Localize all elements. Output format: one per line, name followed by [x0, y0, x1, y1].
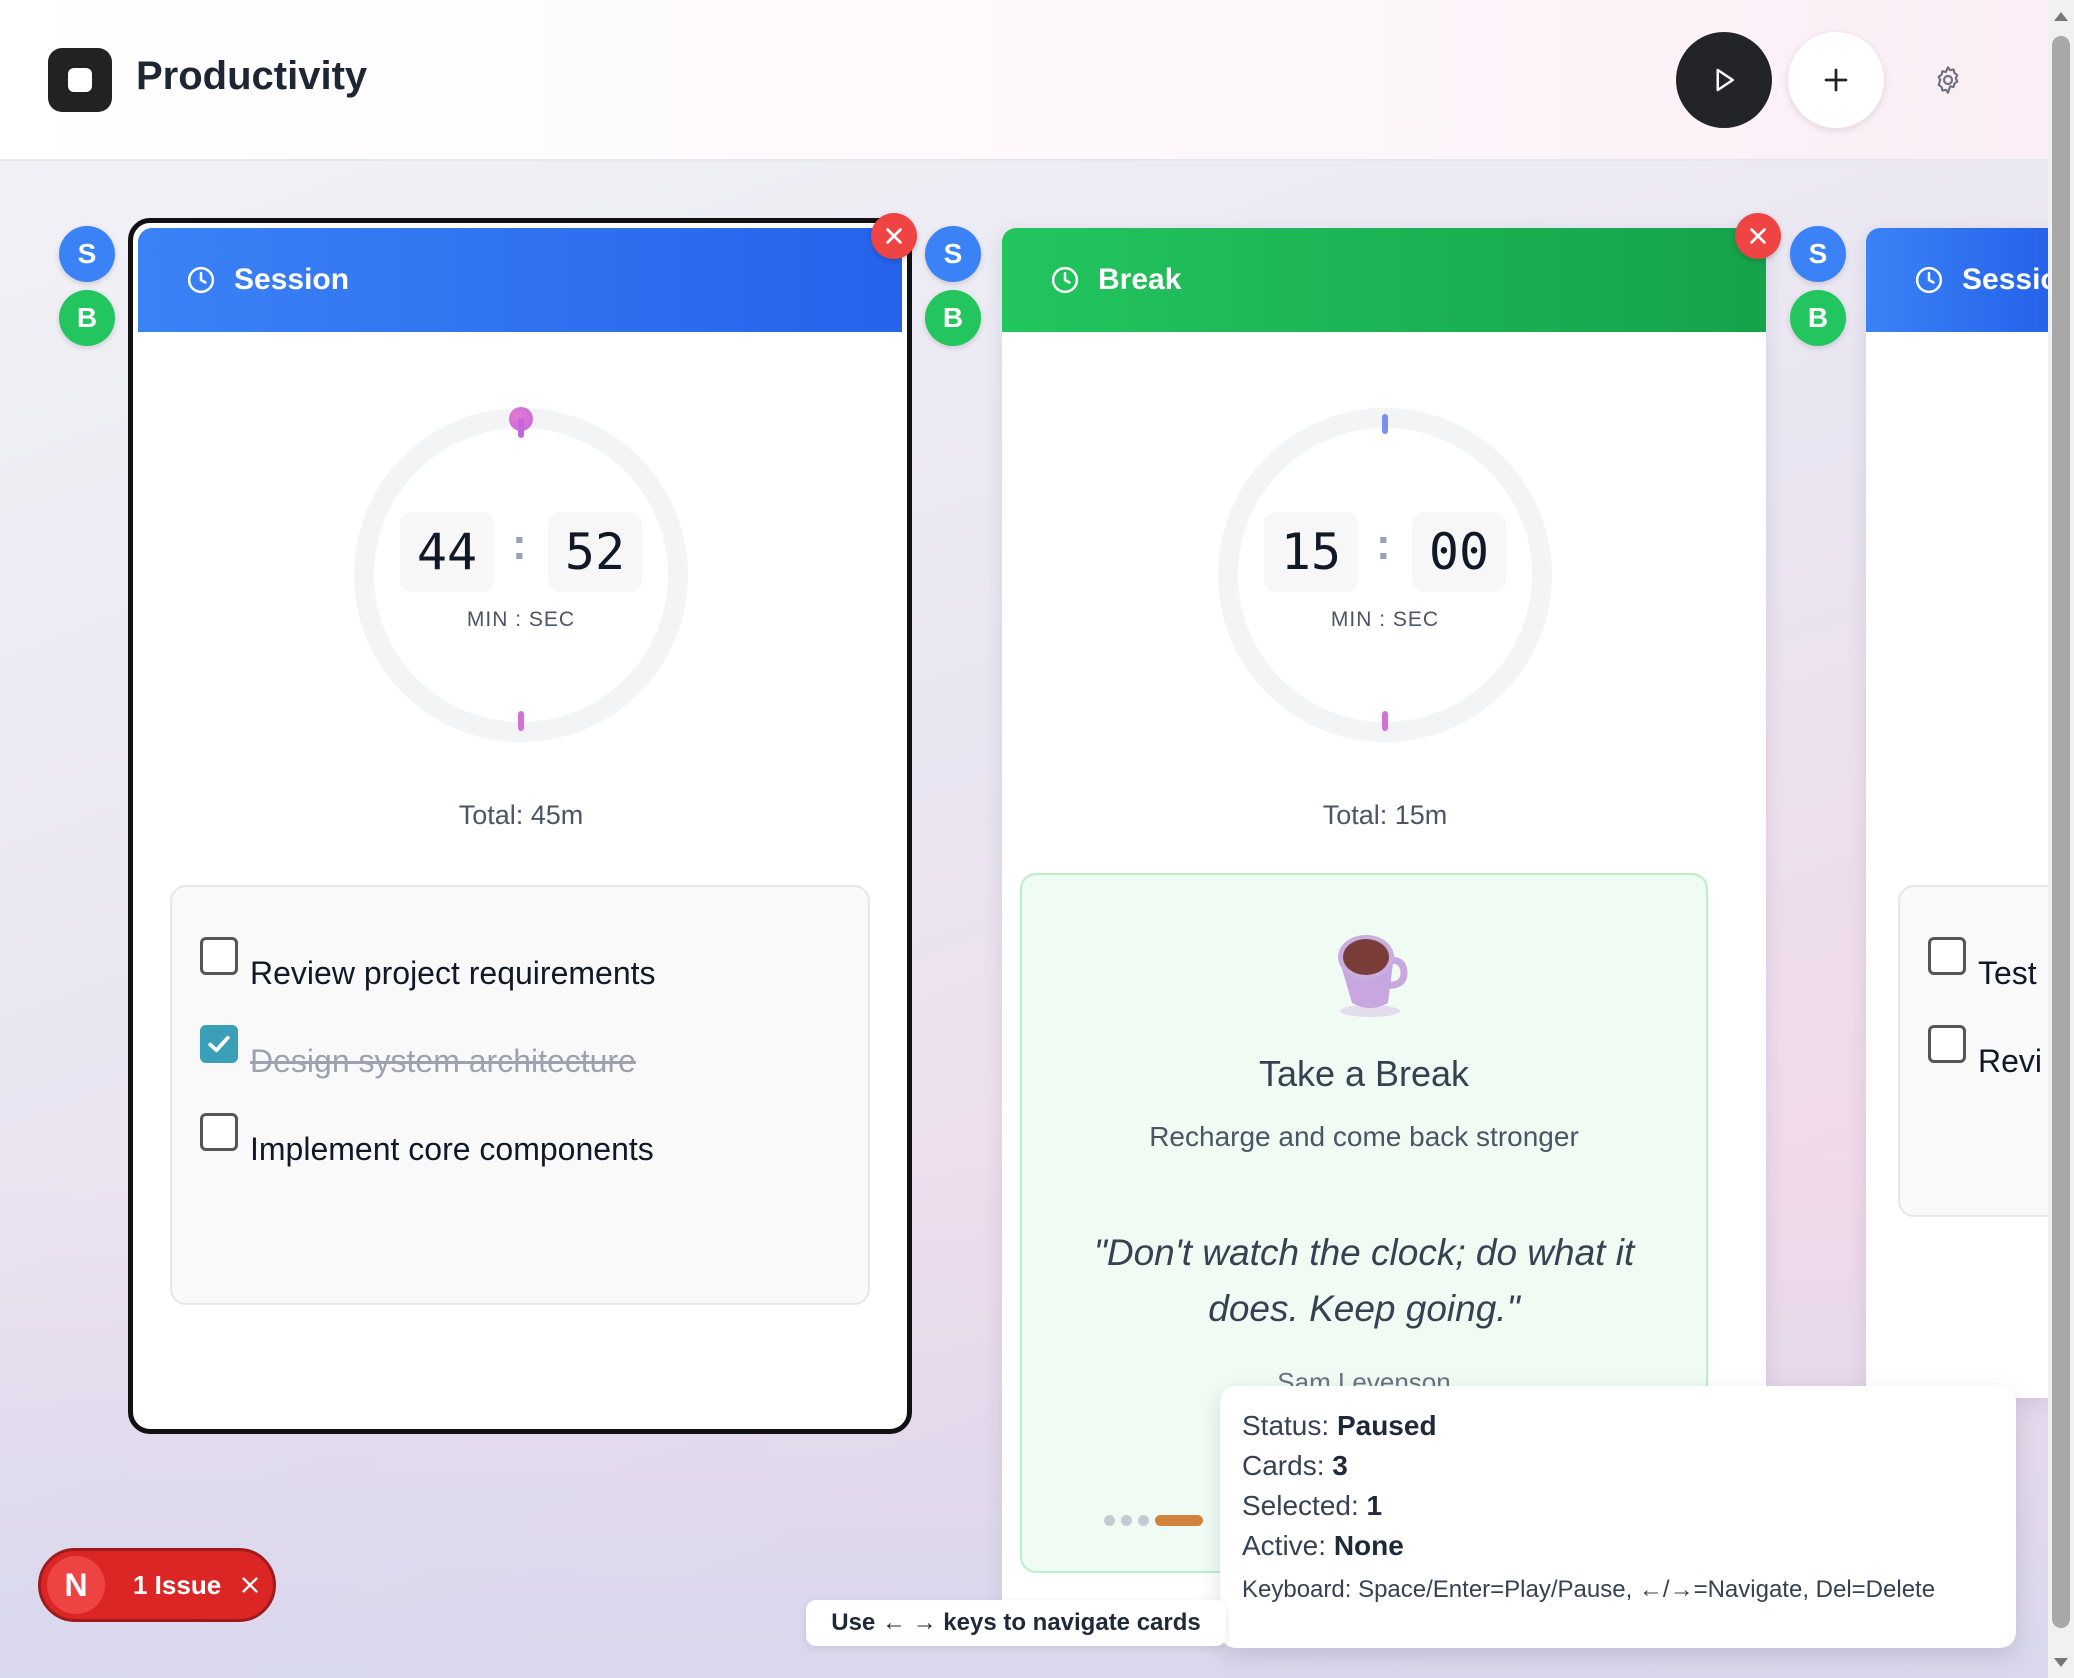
- cards-count-row: Cards: 3: [1242, 1450, 1348, 1481]
- clock-icon: [186, 265, 216, 295]
- delete-card-button[interactable]: [1735, 213, 1781, 259]
- session-badge[interactable]: S: [59, 226, 115, 282]
- scroll-down-arrow[interactable]: [2054, 1658, 2068, 1667]
- ring-tick: [1382, 711, 1388, 731]
- status-value: Paused: [1336, 1410, 1437, 1441]
- task-list: Test Revi: [1898, 885, 2048, 1217]
- task-label: Review project requirements: [250, 955, 656, 991]
- task-checkbox[interactable]: [200, 937, 238, 975]
- keyboard-shortcuts: Keyboard: Space/Enter=Play/Pause, ←/→=Na…: [1242, 1576, 1936, 1603]
- timer-card-session[interactable]: Session 44 : 52 MIN : SEC Total: 45m Rev…: [138, 228, 902, 1424]
- time-colon: :: [1376, 520, 1391, 569]
- gear-icon: [1937, 66, 1959, 94]
- task-item[interactable]: Revi: [1928, 1025, 2042, 1080]
- minutes-display: 15: [1264, 512, 1358, 592]
- cards-count-value: 3: [1332, 1450, 1348, 1481]
- total-duration: Total: 45m: [458, 800, 584, 830]
- card-header: Session: [1866, 228, 2048, 332]
- ring-tick: [518, 418, 524, 438]
- minutes-display: 44: [400, 512, 494, 592]
- issue-count-label: 1 Issue: [133, 1569, 222, 1600]
- break-quote: "Don't watch the clock; do what it does.…: [1093, 1232, 1635, 1329]
- coffee-cup-icon: [1322, 925, 1418, 1026]
- selected-value: 1: [1366, 1490, 1383, 1521]
- seconds-display: 00: [1412, 512, 1506, 592]
- break-badge[interactable]: B: [925, 290, 981, 346]
- time-unit-label: MIN : SEC: [466, 608, 576, 631]
- checkmark-icon: [208, 1035, 230, 1053]
- carousel-dot[interactable]: [1138, 1515, 1149, 1526]
- close-icon: [886, 228, 902, 244]
- navigation-hint: Use ← → keys to navigate cards: [806, 1600, 1226, 1646]
- timer-card-session[interactable]: Session Test Revi: [1866, 228, 2048, 1398]
- play-icon: [1716, 68, 1734, 92]
- card-type-label: Break: [1098, 263, 1182, 296]
- break-badge[interactable]: B: [59, 290, 115, 346]
- app-logo: [48, 48, 112, 112]
- card-type-label: Session: [1962, 263, 2048, 296]
- task-checkbox[interactable]: [200, 1113, 238, 1151]
- settings-button[interactable]: [1900, 32, 1996, 128]
- active-value: None: [1333, 1530, 1404, 1561]
- carousel-dot-active[interactable]: [1155, 1515, 1203, 1526]
- carousel-dots[interactable]: [1104, 1515, 1203, 1526]
- app-header: Productivity: [0, 0, 2048, 161]
- break-subtitle: Recharge and come back stronger: [1149, 1121, 1579, 1152]
- task-label: Test: [1978, 955, 2037, 991]
- session-badge[interactable]: S: [925, 226, 981, 282]
- task-list: Review project requirements Design syste…: [170, 885, 870, 1305]
- add-card-button[interactable]: [1788, 32, 1884, 128]
- status-panel: Status: Paused Cards: 3 Selected: 1 Acti…: [1220, 1386, 2016, 1648]
- clock-icon: [1050, 265, 1080, 295]
- selected-row: Selected: 1: [1242, 1490, 1383, 1521]
- task-checkbox[interactable]: [200, 1025, 238, 1063]
- session-badge[interactable]: S: [1790, 226, 1846, 282]
- total-duration: Total: 15m: [1322, 800, 1448, 830]
- carousel-dot[interactable]: [1121, 1515, 1132, 1526]
- time-colon: :: [512, 520, 527, 569]
- card-header: Break: [1002, 228, 1766, 332]
- carousel-dot[interactable]: [1104, 1515, 1115, 1526]
- ring-tick: [518, 711, 524, 731]
- clock-icon: [1914, 265, 1944, 295]
- active-row: Active: None: [1242, 1530, 1404, 1561]
- issues-indicator[interactable]: N 1 Issue: [38, 1548, 276, 1622]
- delete-card-button[interactable]: [871, 213, 917, 259]
- task-item[interactable]: Review project requirements: [200, 937, 656, 992]
- task-item[interactable]: Design system architecture: [200, 1025, 636, 1080]
- task-label: Revi: [1978, 1043, 2043, 1079]
- ring-tick: [1382, 414, 1388, 434]
- break-title: Take a Break: [1258, 1053, 1470, 1094]
- time-unit-label: MIN : SEC: [1330, 608, 1440, 631]
- scroll-thumb[interactable]: [2052, 36, 2070, 1628]
- plus-icon: [1824, 68, 1848, 92]
- task-label: Implement core components: [250, 1131, 654, 1167]
- app-title: Productivity: [136, 54, 368, 98]
- break-badge[interactable]: B: [1790, 290, 1846, 346]
- status-row: Status: Paused: [1242, 1410, 1437, 1441]
- task-checkbox[interactable]: [1928, 1025, 1966, 1063]
- task-item[interactable]: Test: [1928, 937, 2037, 992]
- task-checkbox[interactable]: [1928, 937, 1966, 975]
- scroll-up-arrow[interactable]: [2054, 12, 2068, 21]
- page-scrollbar[interactable]: [2048, 0, 2074, 1678]
- task-item[interactable]: Implement core components: [200, 1113, 654, 1168]
- close-icon[interactable]: [239, 1574, 261, 1596]
- seconds-display: 52: [548, 512, 642, 592]
- card-type-label: Session: [234, 263, 350, 296]
- task-label: Design system architecture: [250, 1043, 636, 1079]
- close-icon: [1750, 228, 1766, 244]
- play-button[interactable]: [1676, 32, 1772, 128]
- card-header: Session: [138, 228, 902, 332]
- issue-logo: N: [47, 1556, 105, 1614]
